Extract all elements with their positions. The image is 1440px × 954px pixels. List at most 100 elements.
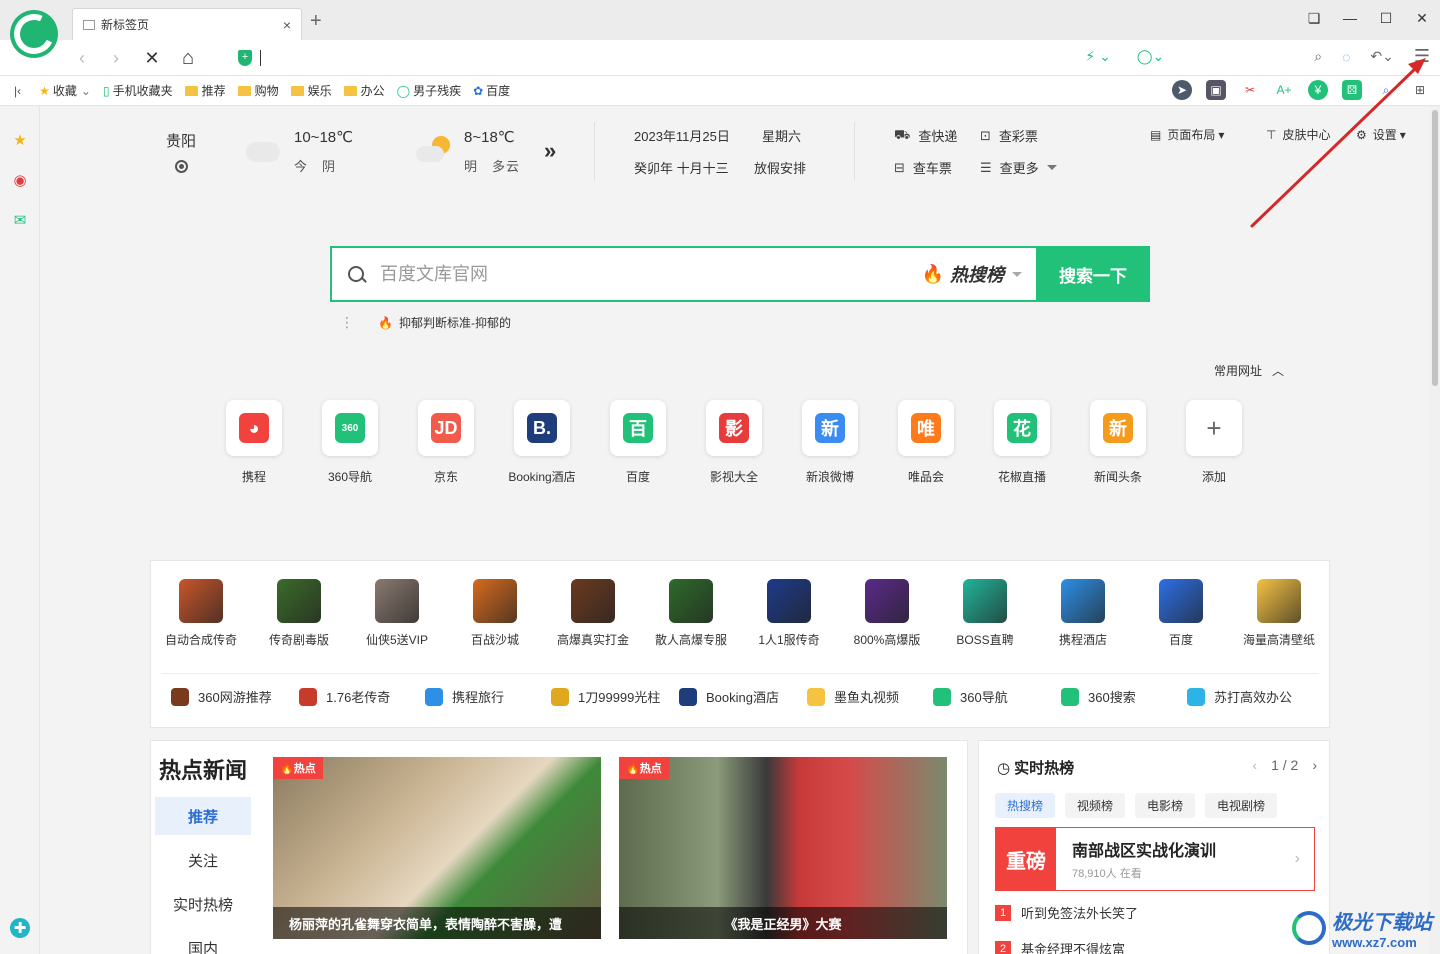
translate-icon[interactable]: ◌ <box>1342 49 1350 65</box>
game-item[interactable]: BOSS直聘 <box>937 579 1033 648</box>
search-extension-icon[interactable]: ⌕ <box>1376 80 1396 100</box>
translate-extension-icon[interactable]: A+ <box>1274 80 1294 100</box>
forward-button[interactable]: › <box>104 46 128 70</box>
lottery-link[interactable]: ⊡ 查彩票 <box>980 126 1038 145</box>
reader-extension-icon[interactable]: ▣ <box>1206 80 1226 100</box>
speed-dial-item[interactable]: 花花椒直播 <box>992 400 1052 485</box>
tab-video[interactable]: 视频榜 <box>1065 793 1126 818</box>
track-express-link[interactable]: ⛟ 查快递 <box>894 126 957 145</box>
news-card[interactable]: 🔥 热点 《我是正经男》大赛 <box>619 757 947 939</box>
page-layout-button[interactable]: ▤ 页面布局 ▾ <box>1150 126 1224 143</box>
cursor-extension-icon[interactable]: ➤ <box>1172 80 1192 100</box>
stop-button[interactable]: ✕ <box>140 46 164 70</box>
calendar-weekday[interactable]: 星期六 <box>762 126 801 145</box>
quick-link[interactable]: 360搜索 <box>1061 687 1136 706</box>
hot-list-item[interactable]: 1 听到免签法外长笑了 <box>995 903 1138 922</box>
weather-city[interactable]: 贵阳 <box>166 130 196 151</box>
quick-link[interactable]: 360网游推荐 <box>171 687 272 706</box>
game-item[interactable]: 散人高爆专服 <box>643 579 739 648</box>
speed-dial-item[interactable]: 360 360导航 <box>320 400 380 485</box>
more-tools-link[interactable]: ☰ 查更多 <box>980 158 1057 177</box>
extensions-grid-icon[interactable]: ⊞ <box>1410 80 1430 100</box>
sidebar-add-icon[interactable]: ✚ <box>10 918 30 938</box>
calendar-lunar[interactable]: 癸卯年 十月十三 <box>634 158 729 177</box>
bookmark-baidu[interactable]: ✿ 百度 <box>473 82 510 99</box>
quick-link[interactable]: Booking酒店 <box>679 687 779 706</box>
vertical-scrollbar[interactable] <box>1430 106 1440 954</box>
news-tab-realtime[interactable]: 实时热榜 <box>155 885 251 923</box>
calendar-date[interactable]: 2023年11月25日 <box>634 126 730 145</box>
tab-close-icon[interactable]: × <box>283 17 291 33</box>
news-tab-recommend[interactable]: 推荐 <box>155 797 251 835</box>
speed-mode-icon[interactable]: ⚡ ⌄ <box>1085 48 1110 65</box>
search-icon[interactable]: ⌕ <box>1314 48 1322 65</box>
game-item[interactable]: 传奇剧毒版 <box>251 579 347 648</box>
speed-dial-item[interactable]: B. Booking酒店 <box>508 400 576 485</box>
speed-dial-item[interactable]: 唯唯品会 <box>896 400 956 485</box>
maximize-button[interactable]: ☐ <box>1368 0 1404 36</box>
search-button[interactable]: 搜索一下 <box>1036 246 1150 302</box>
game-item[interactable]: 自动合成传奇 <box>153 579 249 648</box>
game-item[interactable]: 800%高爆版 <box>839 579 935 648</box>
game-item[interactable]: 1人1服传奇 <box>741 579 837 648</box>
bookmark-favorites[interactable]: ★ 收藏 ⌄ <box>39 82 91 99</box>
game-extension-icon[interactable]: ⚄ <box>1342 80 1362 100</box>
back-button[interactable]: ‹ <box>70 46 94 70</box>
next-page-button[interactable]: › <box>1312 757 1317 773</box>
undo-close-icon[interactable]: ↶⌄ <box>1370 48 1393 65</box>
game-item[interactable]: 仙侠5送VIP <box>349 579 445 648</box>
hot-rank-dropdown[interactable]: 🔥 热搜榜 <box>922 261 1022 287</box>
speed-dial-item[interactable]: 新新闻头条 <box>1088 400 1148 485</box>
speed-dial-item[interactable]: 百百度 <box>608 400 668 485</box>
more-options-icon[interactable]: ⋮ <box>340 314 354 331</box>
tab-new-tab[interactable]: 新标签页 × <box>72 8 302 40</box>
holiday-schedule-link[interactable]: 放假安排 <box>754 158 806 177</box>
game-item[interactable]: 高爆真实打金 <box>545 579 641 648</box>
quick-link[interactable]: 360导航 <box>933 687 1008 706</box>
top-headline[interactable]: 重磅 南部战区实战化演训 78,910人 在看 › <box>995 827 1315 891</box>
quick-link[interactable]: 墨鱼丸视频 <box>807 687 899 706</box>
hot-search-suggestion[interactable]: 抑郁判断标准-抑郁的 <box>399 314 511 331</box>
speed-dial-item[interactable]: 影影视大全 <box>704 400 764 485</box>
add-site-button[interactable]: + 添加 <box>1184 400 1244 485</box>
news-tab-follow[interactable]: 关注 <box>155 841 251 879</box>
common-sites-toggle[interactable]: 常用网址 ︿ <box>1214 362 1284 379</box>
home-button[interactable]: ⌂ <box>176 46 200 70</box>
weibo-icon[interactable]: ◉ <box>10 170 30 190</box>
address-bar[interactable]: + <box>232 44 1112 72</box>
skin-shirt-icon[interactable]: ❏ <box>1296 0 1332 36</box>
skin-center-button[interactable]: ⊤ 皮肤中心 <box>1266 126 1330 143</box>
game-item[interactable]: 海量高清壁纸 <box>1231 579 1327 648</box>
train-ticket-link[interactable]: ⊟ 查车票 <box>894 158 952 177</box>
tab-movie[interactable]: 电影榜 <box>1135 793 1196 818</box>
tab-hot-search[interactable]: 热搜榜 <box>995 793 1056 818</box>
quick-link[interactable]: 1.76老传奇 <box>299 687 390 706</box>
bookmark-360-search[interactable]: ◯ 男子残疾 <box>397 82 461 99</box>
quick-link[interactable]: 携程旅行 <box>425 687 504 706</box>
quick-link[interactable]: 苏打高效办公 <box>1187 687 1292 706</box>
minimize-button[interactable]: — <box>1332 0 1368 36</box>
screenshot-scissors-icon[interactable]: ✂ <box>1240 80 1260 100</box>
search-input[interactable] <box>380 263 922 285</box>
more-weather-button[interactable]: » <box>544 138 556 164</box>
close-window-button[interactable]: ✕ <box>1404 0 1440 36</box>
favorites-star-icon[interactable]: ★ <box>10 130 30 150</box>
bookmark-mobile[interactable]: ▯ 手机收藏夹 <box>103 82 173 99</box>
speed-dial-item[interactable]: ◕ 携程 <box>224 400 284 485</box>
settings-button[interactable]: ⚙ 设置 ▾ <box>1356 126 1406 143</box>
collapse-sidebar-icon[interactable]: |‹ <box>14 84 21 98</box>
new-tab-button[interactable]: + <box>310 10 322 33</box>
speed-dial-item[interactable]: 新新浪微博 <box>800 400 860 485</box>
browser-logo-icon[interactable] <box>10 10 58 58</box>
bookmark-folder-entertainment[interactable]: 娱乐 <box>290 82 332 99</box>
quick-link[interactable]: 1刀99999光柱 <box>551 687 660 706</box>
scrollbar-thumb[interactable] <box>1432 110 1438 386</box>
bookmark-folder-office[interactable]: 办公 <box>343 82 385 99</box>
news-tab-domestic[interactable]: 国内 <box>155 929 251 954</box>
location-icon[interactable] <box>175 160 188 173</box>
game-item[interactable]: 百战沙城 <box>447 579 543 648</box>
news-card[interactable]: 🔥 热点 杨丽萍的孔雀舞穿衣简单，表情陶醉不害臊，遭 <box>273 757 601 939</box>
hot-list-item[interactable]: 2 基金经理不得炫富 <box>995 939 1125 954</box>
prev-page-button[interactable]: ‹ <box>1252 757 1257 773</box>
main-menu-icon[interactable]: ☰ <box>1414 46 1430 67</box>
